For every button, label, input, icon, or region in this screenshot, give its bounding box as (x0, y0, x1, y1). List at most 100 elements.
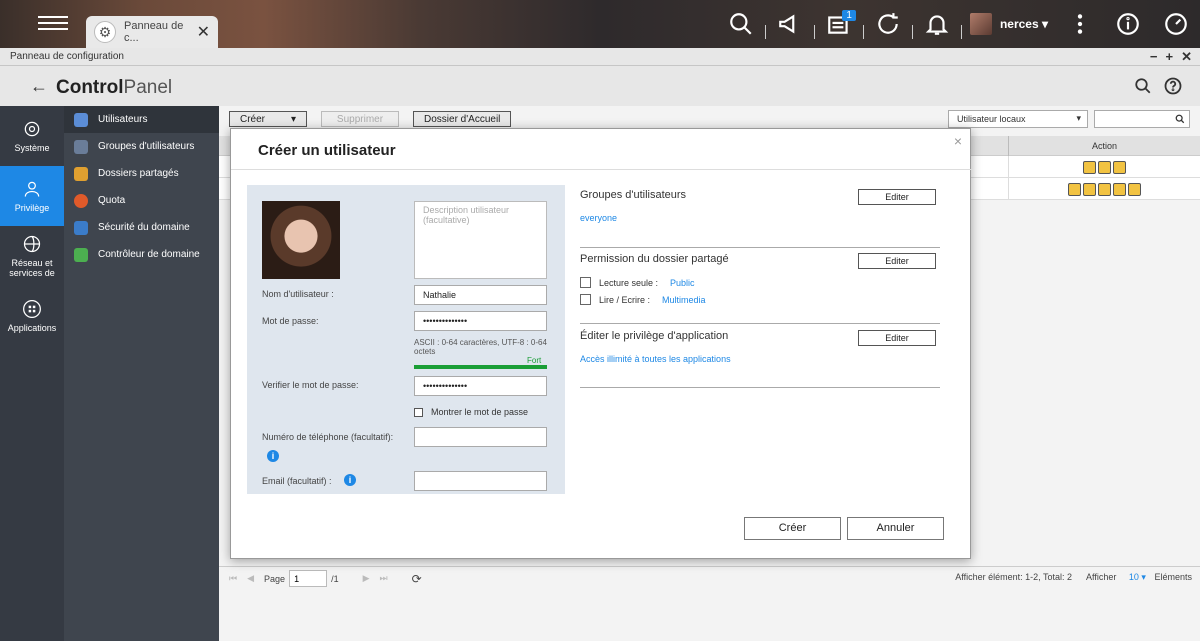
cancel-button[interactable]: Annuler (847, 517, 944, 540)
read-only-value[interactable]: Public (670, 278, 695, 288)
read-only-row: Lecture seule : Public (580, 277, 940, 288)
search-icon[interactable] (723, 6, 759, 42)
user-type-select[interactable]: Utilisateur locaux ▾ (948, 110, 1088, 128)
bell-icon[interactable] (919, 6, 955, 42)
sidebar-item-applications[interactable]: Applications (0, 286, 64, 346)
read-only-label: Lecture seule : (599, 277, 659, 288)
subnav-sidebar: Utilisateurs Groupes d'utilisateurs Doss… (64, 106, 219, 641)
user-icon (24, 181, 40, 197)
edit-application-privilege-icon[interactable] (1128, 182, 1141, 196)
edit-app-privilege-button[interactable]: Editer (858, 330, 936, 346)
action-column-header: Action (1008, 136, 1200, 156)
back-arrow-icon[interactable]: ← (30, 76, 48, 97)
domain-security-icon (74, 220, 88, 235)
group-link[interactable]: everyone (580, 213, 940, 223)
edit-folder-permission-icon[interactable] (1113, 182, 1126, 196)
edit-permission-button[interactable]: Editer (858, 253, 936, 269)
verify-password-field[interactable]: •••••••••••••• (414, 376, 547, 396)
maximize-button[interactable]: + (1166, 49, 1174, 65)
page-input[interactable] (289, 570, 328, 587)
subnav-item-domain-controller[interactable]: Contrôleur de domaine (64, 241, 219, 268)
read-write-value[interactable]: Multimedia (662, 295, 706, 305)
domain-controller-icon (74, 247, 88, 262)
app-privilege-section: Éditer le privilège d'application Editer… (580, 330, 940, 388)
apps-icon (23, 300, 41, 318)
tab-close-icon[interactable]: ✕ (197, 22, 210, 42)
edit-groups-button[interactable]: Editer (858, 189, 936, 205)
megaphone-icon[interactable] (772, 6, 808, 42)
create-button[interactable]: Créer (744, 517, 841, 540)
main-menu-button[interactable] (38, 12, 68, 36)
sidebar-item-network[interactable]: Réseau et services de (0, 226, 64, 286)
edit-folder-permission-icon[interactable] (1113, 160, 1126, 174)
folder-permission-section: Permission du dossier partagé Editer Lec… (580, 253, 940, 324)
password-strength-bar (414, 365, 547, 369)
username-field[interactable]: Nathalie (414, 285, 547, 305)
subnav-item-user-groups[interactable]: Groupes d'utilisateurs (64, 133, 219, 160)
divider (960, 25, 962, 39)
info-icon[interactable]: i (344, 474, 356, 486)
app-privilege-link[interactable]: Accès illimité à toutes les applications (580, 354, 940, 364)
info-icon[interactable] (1110, 6, 1146, 42)
per-page-select[interactable]: 10 ▾ (1129, 572, 1146, 582)
gear-icon: ⚙ (94, 21, 116, 43)
subnav-label: Groupes d'utilisateurs (98, 141, 195, 152)
user-search-input[interactable] (1094, 110, 1190, 128)
email-field[interactable] (414, 471, 547, 491)
show-password-checkbox[interactable]: Montrer le mot de passe (414, 407, 528, 417)
sidebar-item-system[interactable]: Système (0, 106, 64, 166)
edit-group-icon[interactable] (1098, 160, 1111, 174)
subnav-item-quota[interactable]: Quota (64, 187, 219, 214)
divider (580, 247, 940, 248)
sync-icon[interactable] (870, 6, 906, 42)
tasks-icon[interactable]: 1 (821, 6, 857, 42)
minimize-button[interactable]: − (1150, 49, 1158, 65)
help-icon[interactable] (1164, 77, 1182, 98)
more-options-icon[interactable] (1062, 6, 1098, 42)
page-label: Page (264, 573, 286, 584)
search-icon (1175, 114, 1185, 124)
create-label: Créer (240, 113, 266, 125)
divider (911, 25, 913, 39)
subnav-item-domain-security[interactable]: Sécurité du domaine (64, 214, 219, 241)
users-icon (74, 112, 88, 127)
first-page-icon[interactable]: ⏮ (229, 573, 237, 584)
divider (580, 387, 940, 388)
info-icon[interactable]: i (267, 450, 279, 462)
window-title: Panneau de configuration (10, 51, 124, 62)
search-icon[interactable] (1134, 77, 1152, 98)
phone-field[interactable] (414, 427, 547, 447)
sidebar-item-privilege[interactable]: Privilège (0, 166, 64, 226)
next-page-icon[interactable]: ▶ (363, 573, 370, 584)
edit-profile-icon[interactable] (1068, 182, 1081, 196)
user-photo[interactable] (262, 201, 340, 279)
read-write-label: Lire / Ecrire : (599, 294, 651, 305)
last-page-icon[interactable]: ⏭ (380, 573, 388, 584)
dashboard-icon[interactable] (1158, 6, 1194, 42)
pagination-bar: ⏮ ◀ Page /1 ▶ ⏭ ⟳ Afficher élément: 1-2,… (219, 566, 1200, 590)
subnav-item-users[interactable]: Utilisateurs (64, 106, 219, 133)
create-dropdown-button[interactable]: Créer ▾ (229, 111, 307, 127)
close-icon[interactable]: × (954, 133, 962, 149)
subnav-item-shared-folders[interactable]: Dossiers partagés (64, 160, 219, 187)
divider (862, 25, 864, 39)
divider (813, 25, 815, 39)
user-groups-section: Groupes d'utilisateurs Editer everyone (580, 189, 940, 248)
edit-group-icon[interactable] (1098, 182, 1111, 196)
home-folder-button[interactable]: Dossier d'Accueil (413, 111, 512, 127)
user-menu[interactable]: nerces ▾ (969, 13, 1048, 35)
app-title-bold: Control (56, 77, 124, 98)
subnav-label: Dossiers partagés (98, 168, 179, 179)
refresh-icon[interactable]: ⟳ (412, 572, 422, 586)
email-label: Email (facultatif) : (262, 476, 332, 486)
password-field[interactable]: •••••••••••••• (414, 311, 547, 331)
tab-control-panel[interactable]: ⚙ Panneau de c... ✕ (86, 16, 218, 48)
subnav-label: Contrôleur de domaine (98, 249, 200, 260)
delete-button[interactable]: Supprimer (321, 111, 399, 127)
description-field[interactable]: Description utilisateur (facultative) (414, 201, 547, 279)
close-window-button[interactable]: ✕ (1181, 49, 1192, 65)
edit-account-icon[interactable] (1083, 160, 1096, 174)
edit-account-icon[interactable] (1083, 182, 1096, 196)
gear-icon (24, 121, 40, 137)
prev-page-icon[interactable]: ◀ (247, 573, 254, 584)
